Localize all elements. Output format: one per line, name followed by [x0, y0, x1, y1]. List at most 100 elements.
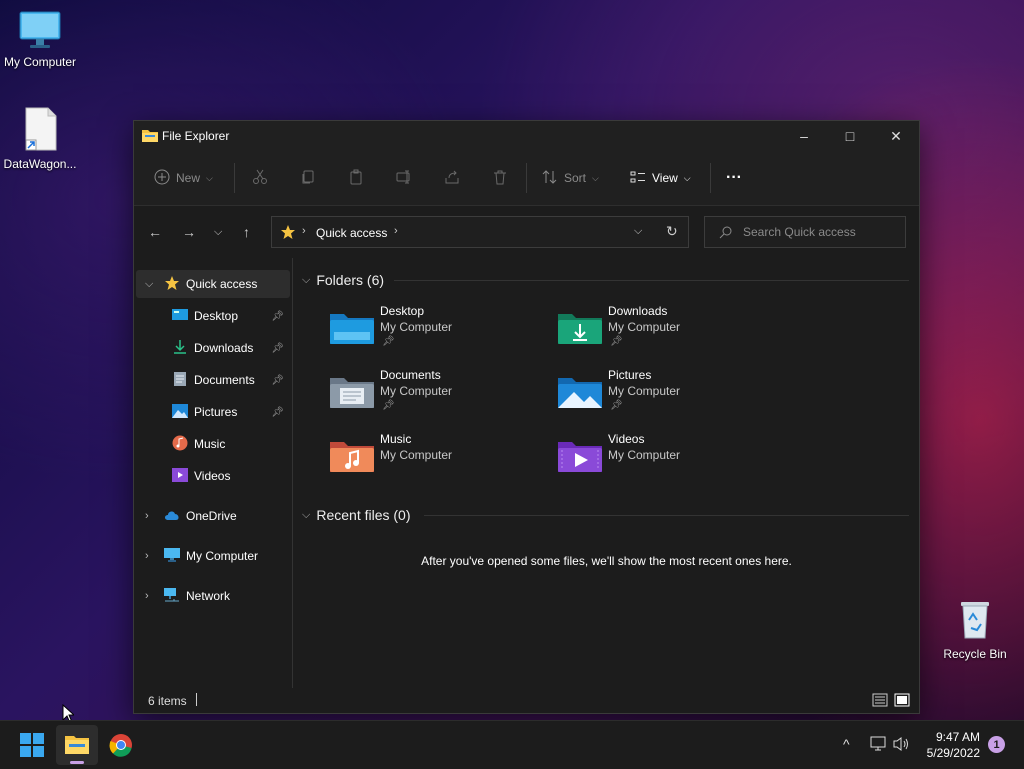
volume-tray-button[interactable] [893, 736, 911, 757]
taskbar: ^ 9:47 AM 5/29/2022 1 [0, 720, 1024, 769]
folder-videos[interactable]: Videos My Computer [558, 432, 768, 488]
minimize-icon: – [800, 128, 808, 144]
chevron-up-icon: ^ [843, 736, 850, 752]
chevron-right-icon: › [145, 590, 149, 602]
network-tray-button[interactable] [870, 736, 888, 757]
back-button[interactable]: ← [148, 224, 162, 240]
paste-button[interactable] [348, 165, 364, 191]
rename-icon [396, 169, 412, 188]
chevron-down-icon: ⌵ [145, 277, 154, 290]
sort-icon [542, 169, 558, 188]
more-options-button[interactable]: ··· [726, 165, 742, 191]
sidebar-item-documents[interactable]: Documents 📌︎ [136, 366, 290, 394]
address-bar[interactable]: › Quick access › ⌵ ↻ [271, 216, 689, 248]
folder-location: My Computer [380, 384, 453, 398]
sidebar-item-label: Pictures [194, 405, 238, 419]
folder-music[interactable]: Music My Computer [330, 432, 540, 488]
sidebar-item-quick-access[interactable]: ⌵ Quick access [136, 270, 290, 298]
folder-name: Desktop [380, 304, 425, 318]
recent-locations-button[interactable]: ⌵ [214, 226, 222, 239]
folder-pictures[interactable]: Pictures My Computer 📌︎ [558, 368, 768, 424]
recent-files-section-header[interactable]: ⌵ Recent files (0) [302, 507, 411, 523]
chevron-right-icon: › [302, 225, 306, 237]
sort-button[interactable]: Sort ⌵ [542, 165, 599, 191]
toolbar-divider [234, 163, 235, 193]
tiles-view-icon [894, 693, 910, 711]
folder-desktop[interactable]: Desktop My Computer 📌︎ [330, 304, 540, 360]
toolbar-divider [710, 163, 711, 193]
close-icon: ✕ [890, 127, 902, 144]
desktop-icon-datawagon[interactable]: DataWagon... [0, 106, 80, 171]
rename-button[interactable] [396, 165, 412, 191]
folders-section-header[interactable]: ⌵ Folders (6) [302, 272, 384, 288]
clock[interactable]: 9:47 AM 5/29/2022 [927, 729, 980, 761]
taskbar-file-explorer-button[interactable] [56, 725, 98, 765]
plus-circle-icon [154, 169, 170, 188]
pin-icon: 📌︎ [610, 400, 623, 411]
notification-badge[interactable]: 1 [988, 736, 1005, 753]
maximize-button[interactable]: □ [827, 121, 873, 151]
chevron-down-icon: ⌵ [683, 172, 691, 183]
sort-label: Sort [564, 171, 587, 185]
minimize-button[interactable]: – [781, 121, 827, 151]
sidebar-item-network[interactable]: › Network [136, 582, 290, 610]
pin-icon: 📌︎ [271, 310, 284, 322]
command-bar: New ⌵ Sort ⌵ View ⌵ ··· [134, 151, 919, 206]
monitor-icon [164, 547, 180, 565]
content-pane: ⌵ Folders (6) Desktop My Computer 📌︎ Dow… [294, 258, 919, 688]
arrow-left-icon: ← [148, 224, 162, 240]
share-icon [444, 169, 460, 188]
search-box[interactable] [704, 216, 906, 248]
chevron-down-icon: ⌵ [214, 226, 223, 238]
title-bar[interactable]: File Explorer – □ ✕ [134, 121, 919, 151]
desktop-icon-my-computer[interactable]: My Computer [0, 10, 80, 69]
address-dropdown-button[interactable]: ⌵ [634, 225, 642, 238]
pictures-folder-icon [558, 374, 602, 415]
folder-downloads[interactable]: Downloads My Computer 📌︎ [558, 304, 768, 360]
close-button[interactable]: ✕ [873, 121, 919, 151]
sidebar-item-pictures[interactable]: Pictures 📌︎ [136, 398, 290, 426]
recent-empty-message: After you've opened some files, we'll sh… [421, 554, 792, 568]
search-input[interactable] [741, 224, 895, 240]
share-button[interactable] [444, 165, 460, 191]
sidebar-item-videos[interactable]: Videos [136, 462, 290, 490]
chrome-icon [109, 734, 133, 761]
sidebar-item-label: Downloads [194, 341, 254, 355]
network-icon [164, 587, 180, 605]
refresh-button[interactable]: ↻ [666, 223, 678, 240]
download-icon [172, 339, 188, 358]
sidebar-item-my-computer[interactable]: › My Computer [136, 542, 290, 570]
copy-button[interactable] [300, 165, 316, 191]
document-icon [173, 371, 187, 390]
maximize-icon: □ [845, 128, 855, 144]
delete-button[interactable] [492, 165, 508, 191]
chevron-down-icon: ⌵ [206, 172, 213, 183]
pin-icon: 📌︎ [610, 336, 623, 347]
up-button[interactable]: ↑ [243, 224, 250, 240]
sidebar-item-label: OneDrive [186, 509, 237, 523]
chevron-down-icon: ⌵ [634, 225, 643, 237]
section-divider [394, 280, 909, 281]
sidebar-item-downloads[interactable]: Downloads 📌︎ [136, 334, 290, 362]
cut-button[interactable] [252, 165, 268, 191]
sidebar-item-label: Quick access [186, 277, 258, 291]
folder-documents[interactable]: Documents My Computer 📌︎ [330, 368, 540, 424]
forward-button[interactable]: → [182, 224, 196, 240]
sidebar-item-onedrive[interactable]: › OneDrive [136, 502, 290, 530]
taskbar-chrome-button[interactable] [109, 733, 133, 762]
details-view-button[interactable] [872, 693, 888, 712]
sidebar-item-desktop[interactable]: Desktop 📌︎ [136, 302, 290, 330]
view-button[interactable]: View ⌵ [630, 165, 691, 191]
tiles-view-button[interactable] [894, 693, 910, 712]
start-button[interactable] [20, 733, 44, 762]
desktop-icon [172, 308, 188, 325]
sidebar-item-music[interactable]: Music [136, 430, 290, 458]
chevron-right-icon: › [145, 510, 149, 522]
sidebar-item-label: Desktop [194, 309, 239, 323]
desktop-icon-recycle-bin[interactable]: Recycle Bin [935, 596, 1015, 661]
picture-icon [172, 403, 188, 421]
speaker-icon [893, 737, 911, 756]
new-button[interactable]: New ⌵ [154, 165, 213, 191]
view-label: View [652, 171, 678, 185]
show-hidden-icons-button[interactable]: ^ [843, 736, 850, 752]
